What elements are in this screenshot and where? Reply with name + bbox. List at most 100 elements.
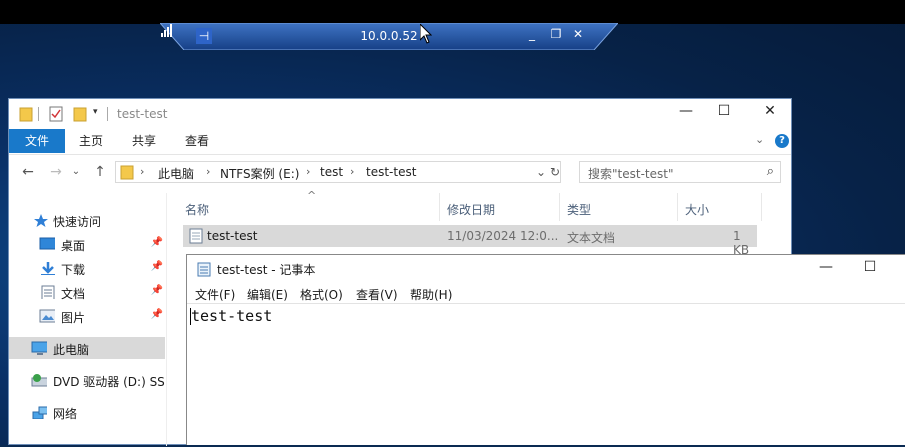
sidebar-item-label: 文档: [61, 287, 86, 301]
sidebar-item-label: 图片: [61, 311, 86, 325]
remote-close-button[interactable]: ✕: [570, 27, 586, 41]
column-headers: ^ 名称 修改日期 类型 大小: [175, 189, 791, 223]
explorer-minimize-button[interactable]: —: [671, 103, 701, 119]
pin-icon[interactable]: 📌: [151, 309, 163, 320]
document-icon: [41, 285, 55, 299]
breadcrumb-separator: ›: [306, 165, 311, 178]
navigation-pane: 快速访问 桌面 📌 下载 📌 文档 📌 图片 📌 此电脑 DVD 驱动器 (D:…: [9, 199, 167, 446]
column-header-date[interactable]: 修改日期: [447, 201, 495, 218]
remote-restore-button[interactable]: ❐: [548, 27, 564, 41]
notepad-content: test-test: [191, 307, 273, 325]
tab-view[interactable]: 查看: [185, 129, 209, 153]
download-icon: [41, 262, 55, 275]
menu-format[interactable]: 格式(O): [300, 286, 343, 303]
top-black-band: [0, 0, 905, 24]
sidebar-item-downloads[interactable]: 下载 📌: [9, 257, 165, 279]
customize-toolbar-icon[interactable]: ▾: [93, 107, 98, 117]
sidebar-item-label: DVD 驱动器 (D:) SSS: [53, 375, 165, 389]
explorer-title: test-test: [117, 107, 168, 121]
column-divider[interactable]: [559, 193, 560, 221]
titlebar-separator: [38, 107, 39, 121]
sidebar-item-dvd-drive[interactable]: DVD 驱动器 (D:) SSS: [9, 369, 165, 391]
sidebar-item-quick-access[interactable]: 快速访问: [9, 209, 165, 231]
search-icon[interactable]: ⌕: [767, 164, 774, 179]
tab-home[interactable]: 主页: [79, 129, 103, 153]
menu-edit[interactable]: 编辑(E): [247, 286, 288, 303]
breadcrumb-drive-e[interactable]: NTFS案例 (E:): [220, 165, 299, 182]
sidebar-item-label: 下载: [61, 263, 86, 277]
notepad-title: test-test - 记事本: [217, 263, 316, 277]
navigation-bar: ← → ⌄ ↑ › 此电脑 › NTFS案例 (E:) › test › tes…: [9, 157, 791, 189]
column-header-name[interactable]: 名称: [185, 201, 209, 218]
pane-divider[interactable]: [166, 193, 167, 446]
sidebar-item-label: 桌面: [61, 239, 86, 253]
breadcrumb-separator: ›: [206, 165, 211, 178]
menu-file[interactable]: 文件(F): [195, 286, 235, 303]
sidebar-item-label: 网络: [53, 407, 78, 421]
sort-indicator-icon: ^: [307, 189, 317, 202]
network-icon: [32, 406, 47, 419]
mouse-cursor-icon: [420, 24, 432, 44]
file-size: 1 KB: [733, 229, 750, 257]
titlebar-separator-2: [107, 107, 108, 121]
remote-desktop-bar[interactable]: ⊣ 10.0.0.52 _ ❐ ✕: [160, 23, 618, 50]
column-divider[interactable]: [761, 193, 762, 221]
pin-icon[interactable]: 📌: [151, 261, 163, 272]
notepad-text-area[interactable]: test-test: [187, 303, 905, 447]
sidebar-item-desktop[interactable]: 桌面 📌: [9, 233, 165, 255]
pin-icon[interactable]: 📌: [151, 285, 163, 296]
dvd-icon: [31, 374, 47, 387]
search-input[interactable]: 搜索"test-test": [588, 165, 673, 182]
notepad-maximize-button[interactable]: ☐: [855, 259, 885, 275]
notepad-window: test-test - 记事本 — ☐ 文件(F) 编辑(E) 格式(O) 查看…: [186, 254, 905, 445]
breadcrumb-test[interactable]: test: [320, 165, 343, 179]
file-row[interactable]: test-test 11/03/2024 12:0... 文本文档 1 KB: [183, 225, 757, 257]
help-icon[interactable]: ?: [775, 134, 789, 148]
column-header-size[interactable]: 大小: [685, 201, 709, 218]
tab-share[interactable]: 共享: [132, 129, 156, 153]
picture-icon: [39, 309, 55, 323]
sidebar-item-label: 快速访问: [53, 215, 102, 229]
notepad-minimize-button[interactable]: —: [811, 259, 841, 275]
sidebar-item-pictures[interactable]: 图片 📌: [9, 305, 165, 327]
refresh-icon[interactable]: ↻: [550, 165, 560, 179]
breadcrumb-test-test[interactable]: test-test: [366, 165, 416, 179]
file-date: 11/03/2024 12:0...: [447, 229, 559, 243]
properties-icon[interactable]: [49, 106, 63, 122]
recent-locations-button[interactable]: ⌄: [67, 166, 85, 177]
file-type: 文本文档: [567, 231, 616, 245]
up-button[interactable]: ↑: [91, 164, 109, 180]
address-bar[interactable]: › 此电脑 › NTFS案例 (E:) › test › test-test ⌄…: [115, 161, 561, 183]
ribbon-expand-icon[interactable]: ⌄: [755, 133, 764, 146]
menu-view[interactable]: 查看(V): [356, 286, 398, 303]
column-header-type[interactable]: 类型: [567, 201, 591, 218]
back-button[interactable]: ←: [19, 164, 37, 180]
star-icon: [34, 214, 48, 227]
text-file-icon: [189, 228, 203, 244]
explorer-close-button[interactable]: ✕: [755, 103, 785, 119]
notepad-icon: [197, 262, 211, 277]
menu-help[interactable]: 帮助(H): [410, 286, 452, 303]
forward-button[interactable]: →: [47, 164, 65, 180]
sidebar-item-documents[interactable]: 文档 📌: [9, 281, 165, 303]
explorer-titlebar[interactable]: ▾ test-test — ☐ ✕: [9, 99, 791, 129]
remote-minimize-button[interactable]: _: [524, 27, 540, 41]
address-dropdown-icon[interactable]: ⌄: [536, 165, 546, 179]
pin-icon[interactable]: 📌: [151, 237, 163, 248]
column-divider[interactable]: [439, 193, 440, 221]
breadcrumb-this-pc[interactable]: 此电脑: [158, 165, 194, 182]
sidebar-item-network[interactable]: 网络: [9, 401, 165, 423]
file-name: test-test: [207, 229, 258, 243]
explorer-maximize-button[interactable]: ☐: [709, 103, 739, 119]
folder-icon: [120, 165, 134, 180]
desktop-icon: [39, 237, 55, 250]
sidebar-item-label: 此电脑: [53, 343, 90, 357]
computer-icon: [31, 341, 47, 355]
new-folder-icon[interactable]: [73, 106, 87, 122]
column-divider[interactable]: [677, 193, 678, 221]
tab-file[interactable]: 文件: [9, 129, 65, 153]
sidebar-item-this-pc[interactable]: 此电脑: [9, 337, 165, 359]
breadcrumb-separator: ›: [140, 165, 145, 178]
breadcrumb-separator: ›: [350, 165, 355, 178]
search-box[interactable]: 搜索"test-test" ⌕: [579, 161, 781, 183]
